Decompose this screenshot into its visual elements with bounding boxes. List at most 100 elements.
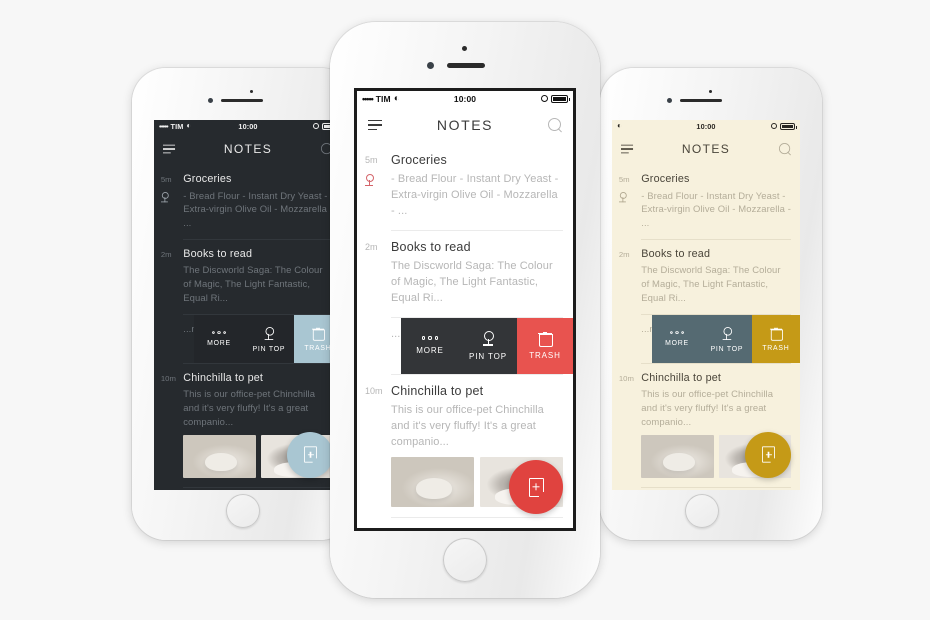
list-item[interactable]: 2m Books to read The Discworld Saga: The… xyxy=(612,240,800,314)
proximity-sensor-icon xyxy=(667,98,672,103)
new-note-button[interactable] xyxy=(744,431,792,478)
swipe-action-more[interactable]: MORE xyxy=(652,315,702,364)
status-bar: ◐ 10:00 xyxy=(612,120,800,133)
search-icon[interactable] xyxy=(778,143,791,155)
pinned-marker-icon xyxy=(160,192,169,203)
note-timestamp: 2m xyxy=(160,250,172,260)
home-button-right[interactable] xyxy=(685,494,719,528)
pin-icon xyxy=(483,330,494,346)
proximity-sensor-icon xyxy=(208,98,213,103)
new-note-button[interactable] xyxy=(509,460,563,514)
note-preview: - Bread Flour - Instant Dry Yeast - Extr… xyxy=(183,190,333,229)
phone-device-center: ••••• TIM ◐ 10:00 NOTES 5m Groceries - Brea… xyxy=(330,22,600,598)
swipe-action-label: MORE xyxy=(665,339,689,347)
note-timestamp: 5m xyxy=(618,175,630,185)
swipe-action-label: TRASH xyxy=(304,345,332,353)
note-title: Groceries xyxy=(391,153,447,167)
list-item[interactable]: 5m Groceries - Bread Flour - Instant Dry… xyxy=(154,166,342,240)
swipe-action-pin-top[interactable]: PIN TOP xyxy=(701,315,752,364)
note-title: Books to read xyxy=(641,248,711,261)
front-camera-icon xyxy=(250,90,253,93)
list-item[interactable]: 5m Groceries - Bread Flour - Instant Dry… xyxy=(357,144,573,230)
note-photo-chinchilla-in-hand[interactable] xyxy=(391,457,474,508)
new-note-icon xyxy=(303,446,318,464)
note-title: Groceries xyxy=(641,173,690,186)
trash-icon xyxy=(311,327,325,341)
app-navbar: NOTES xyxy=(612,133,800,166)
new-note-button[interactable] xyxy=(286,431,334,478)
page-title: NOTES xyxy=(436,117,494,133)
app-navbar: NOTES xyxy=(357,106,573,144)
swipe-action-label: PIN TOP xyxy=(252,345,286,353)
phone-device-right: ◐ 10:00 NOTES 5m Groceries - Bread Flour … xyxy=(600,68,822,540)
screen-left: ••••• TIM ◐ 10:00 NOTES 5m Groceries - Brea… xyxy=(154,120,342,490)
battery-icon xyxy=(780,123,797,130)
home-button-center[interactable] xyxy=(443,538,487,582)
note-title: Books to read xyxy=(183,248,253,261)
more-dots-icon xyxy=(670,331,684,335)
list-item[interactable]: ...member a ...s.of a pe... MORE PIN TOP xyxy=(357,317,573,374)
list-item[interactable]: 2m Books to read The Discworld Saga: The… xyxy=(357,231,573,317)
swipe-action-pin-top[interactable]: PIN TOP xyxy=(459,317,517,374)
trash-icon xyxy=(538,331,553,348)
pin-icon xyxy=(264,326,275,340)
screen-right: ◐ 10:00 NOTES 5m Groceries - Bread Flour … xyxy=(612,120,800,490)
note-timestamp: 2m xyxy=(365,241,378,252)
trash-icon xyxy=(769,327,783,341)
swipe-action-trash[interactable]: TRASH xyxy=(517,317,573,374)
earpiece-speaker xyxy=(447,63,485,68)
status-time: 10:00 xyxy=(453,93,477,104)
search-icon[interactable] xyxy=(548,118,562,132)
swipe-action-row: MORE PIN TOP TRASH xyxy=(401,317,573,374)
note-preview: This is our office-pet Chinchilla and it… xyxy=(391,403,544,448)
new-note-icon xyxy=(761,446,776,464)
swipe-action-label: PIN TOP xyxy=(710,345,744,353)
note-title: Chinchilla to pet xyxy=(183,371,264,384)
swipe-action-label: TRASH xyxy=(529,351,561,361)
note-timestamp: 10m xyxy=(365,385,383,396)
swipe-action-pin-top[interactable]: PIN TOP xyxy=(243,315,294,364)
note-preview: - Bread Flour - Instant Dry Yeast - Extr… xyxy=(391,173,559,217)
note-photo-chinchilla-in-hand[interactable] xyxy=(183,435,256,479)
front-camera-icon xyxy=(709,90,712,93)
swipe-action-label: TRASH xyxy=(762,345,790,353)
note-preview: The Discworld Saga: The Colour of Magic,… xyxy=(641,265,781,304)
note-timestamp: 2m xyxy=(618,250,630,260)
note-title: Chinchilla to pet xyxy=(641,371,722,384)
swipe-action-more[interactable]: MORE xyxy=(401,317,459,374)
swipe-action-label: PIN TOP xyxy=(468,351,507,361)
list-divider xyxy=(183,486,334,488)
note-preview: The Discworld Saga: The Colour of Magic,… xyxy=(183,265,323,304)
note-title: Chinchilla to pet xyxy=(391,383,484,398)
list-divider xyxy=(641,486,792,488)
earpiece-speaker xyxy=(680,99,722,102)
list-divider xyxy=(391,517,563,519)
note-timestamp: 10m xyxy=(618,373,634,383)
note-title: Groceries xyxy=(183,173,232,186)
status-time: 10:00 xyxy=(238,121,258,131)
note-title: Books to read xyxy=(391,239,471,254)
list-item[interactable]: ...member a ...s.of a pe... MORE PIN TOP xyxy=(612,315,800,364)
earpiece-speaker xyxy=(221,99,263,102)
app-navbar: NOTES xyxy=(154,133,342,166)
note-preview: This is our office-pet Chinchilla and it… xyxy=(183,389,316,428)
note-photo-chinchilla-in-hand[interactable] xyxy=(641,435,714,479)
swipe-action-row: MORE PIN TOP TRASH xyxy=(652,315,800,364)
list-item[interactable]: 2m Books to read The Discworld Saga: The… xyxy=(154,240,342,314)
battery-icon xyxy=(551,94,570,103)
swipe-action-label: MORE xyxy=(416,345,444,355)
swipe-action-more[interactable]: MORE xyxy=(194,315,244,364)
note-timestamp: 10m xyxy=(160,373,176,383)
new-note-icon xyxy=(528,477,545,498)
phone-device-left: ••••• TIM ◐ 10:00 NOTES 5m Groceries - Brea… xyxy=(132,68,354,540)
page-title: NOTES xyxy=(223,142,273,157)
swipe-action-trash[interactable]: TRASH xyxy=(751,315,800,364)
proximity-sensor-icon xyxy=(427,62,434,69)
status-bar: ••••• TIM ◐ 10:00 xyxy=(154,120,342,133)
list-item[interactable]: 5m Groceries - Bread Flour - Instant Dry… xyxy=(612,166,800,240)
front-camera-icon xyxy=(462,46,467,51)
list-item[interactable]: ...member a ...s.of a pe... MORE PIN TOP xyxy=(154,315,342,364)
note-preview: This is our office-pet Chinchilla and it… xyxy=(641,389,774,428)
swipe-action-label: MORE xyxy=(207,339,231,347)
home-button-left[interactable] xyxy=(226,494,260,528)
